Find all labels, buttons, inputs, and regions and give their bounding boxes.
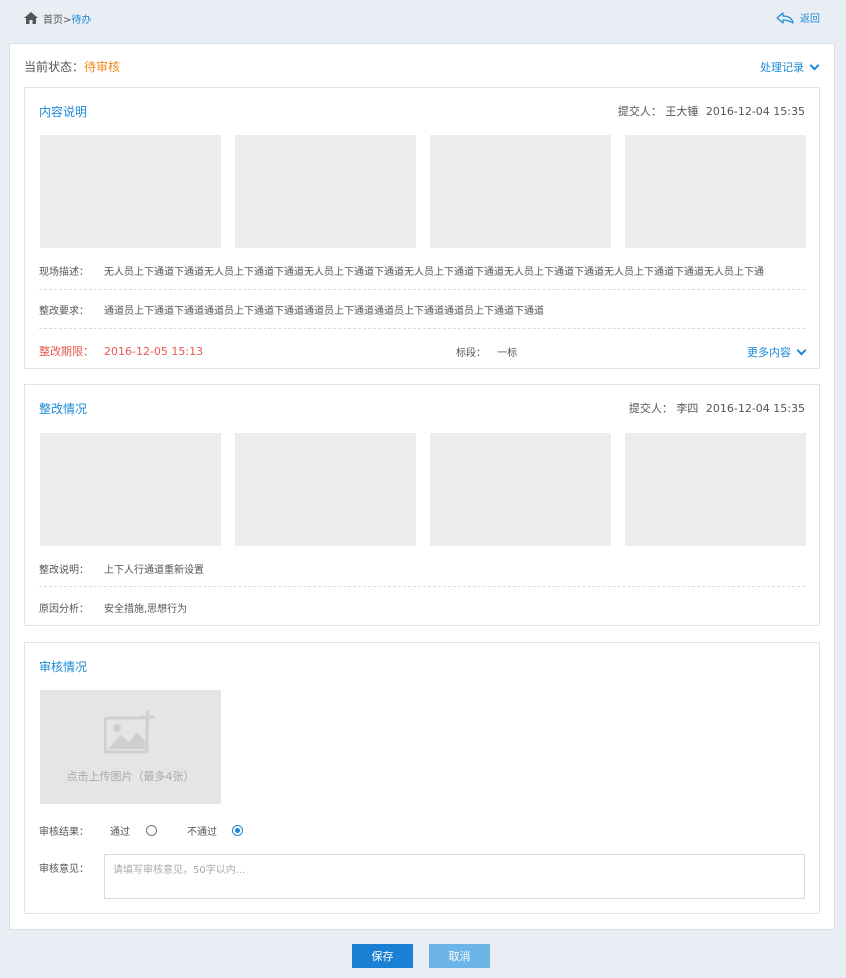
fail-radio[interactable]	[232, 825, 243, 836]
divider	[39, 289, 805, 290]
chevron-down-icon	[809, 60, 820, 70]
more-content-toggle[interactable]: 更多内容	[747, 344, 807, 360]
description-text: 无人员上下通道下通道无人员上下通道下通道无人员上下通道下通道无人员上下通道下通道…	[104, 267, 764, 278]
current-status: 当前状态：待审核	[24, 58, 120, 75]
top-bar: 首页>待办 返回	[0, 0, 846, 36]
divider	[39, 328, 805, 329]
deadline-row: 整改期限： 2016-12-05 15:13	[39, 343, 203, 359]
section-label: 标段：	[456, 348, 486, 359]
option-fail-label: 不通过	[187, 827, 217, 838]
requirement-text: 通道员上下通道下通道通道员上下通道下通道通道员上下通道通道员上下通道通道员上下通…	[104, 306, 544, 317]
deadline-label: 整改期限：	[39, 345, 94, 358]
rectify-card: 整改情况 提交人： 李四 2016-12-04 15:35 整改说明： 上下人行通…	[24, 384, 820, 626]
pass-radio[interactable]	[146, 825, 157, 836]
site-photo[interactable]	[625, 135, 806, 248]
option-pass-label: 通过	[110, 827, 130, 838]
content-card-title: 内容说明	[39, 105, 88, 119]
back-label: 返回	[800, 14, 820, 25]
breadcrumb-home[interactable]: 首页	[43, 15, 63, 26]
note-row: 整改说明： 上下人行通道重新设置	[39, 561, 805, 576]
description-row: 现场描述： 无人员上下通道下通道无人员上下通道下通道无人员上下通道下通道无人员上下…	[39, 263, 805, 278]
review-card: 审核情况 点击上传图片（最多4张） 审核结果： 通过 不通过 审核意见：	[24, 642, 820, 914]
divider	[39, 586, 805, 587]
content-submitter: 提交人： 王大锤 2016-12-04 15:35	[618, 103, 805, 119]
cancel-button[interactable]: 取消	[429, 944, 490, 968]
back-button[interactable]: 返回	[776, 10, 820, 25]
rectify-card-title: 整改情况	[39, 402, 88, 416]
deadline-value: 2016-12-05 15:13	[104, 345, 204, 358]
upload-hint: 点击上传图片（最多4张）	[66, 770, 195, 783]
note-label: 整改说明：	[39, 565, 89, 576]
home-icon[interactable]	[24, 12, 38, 24]
breadcrumb: 首页>待办	[43, 11, 91, 26]
opinion-input[interactable]	[104, 854, 805, 899]
submitter-name: 王大锤	[665, 105, 699, 118]
site-photo[interactable]	[40, 433, 221, 546]
main-panel: 当前状态：待审核 处理记录 内容说明 提交人： 王大锤 2016-12-04 1…	[9, 43, 835, 930]
site-photo[interactable]	[40, 135, 221, 248]
submitter-label: 提交人：	[628, 402, 673, 415]
description-label: 现场描述：	[39, 267, 89, 278]
status-label: 当前状态：	[24, 60, 85, 74]
content-photos	[40, 135, 806, 248]
submit-time: 2016-12-04 15:35	[705, 402, 805, 415]
rectify-submitter: 提交人： 李四 2016-12-04 15:35	[629, 400, 805, 416]
submitter-label: 提交人：	[617, 105, 662, 118]
review-card-title: 审核情况	[39, 660, 88, 674]
site-photo[interactable]	[430, 135, 611, 248]
breadcrumb-current: 待办	[71, 15, 92, 26]
save-button[interactable]: 保存	[352, 944, 413, 968]
records-label: 处理记录	[760, 61, 804, 74]
submitter-name: 李四	[676, 402, 699, 415]
site-photo[interactable]	[235, 135, 416, 248]
rectify-photos	[40, 433, 806, 546]
requirement-row: 整改要求： 通道员上下通道下通道通道员上下通道下通道通道员上下通道通道员上下通道通…	[39, 302, 805, 317]
cause-text: 安全措施,思想行为	[104, 604, 188, 615]
requirement-label: 整改要求：	[39, 306, 89, 317]
more-content-label: 更多内容	[747, 346, 791, 359]
cause-label: 原因分析：	[39, 604, 89, 615]
site-photo[interactable]	[235, 433, 416, 546]
status-value: 待审核	[84, 60, 121, 74]
result-label: 审核结果：	[39, 827, 89, 838]
content-card: 内容说明 提交人： 王大锤 2016-12-04 15:35 现场描述： 无人员上…	[24, 87, 820, 369]
chevron-down-icon	[796, 345, 807, 355]
submit-time: 2016-12-04 15:35	[705, 105, 805, 118]
back-arrow-icon	[776, 11, 794, 24]
section-row: 标段： 一标	[456, 344, 517, 359]
upload-image-button[interactable]: 点击上传图片（最多4张）	[40, 690, 221, 804]
section-value: 一标	[497, 348, 518, 359]
opinion-label: 审核意见：	[39, 864, 89, 875]
cause-row: 原因分析： 安全措施,思想行为	[39, 600, 805, 615]
add-image-icon	[104, 710, 155, 754]
records-toggle[interactable]: 处理记录	[760, 59, 820, 75]
site-photo[interactable]	[625, 433, 806, 546]
site-photo[interactable]	[430, 433, 611, 546]
review-result: 审核结果： 通过 不通过	[39, 823, 243, 838]
note-text: 上下人行通道重新设置	[104, 565, 204, 576]
